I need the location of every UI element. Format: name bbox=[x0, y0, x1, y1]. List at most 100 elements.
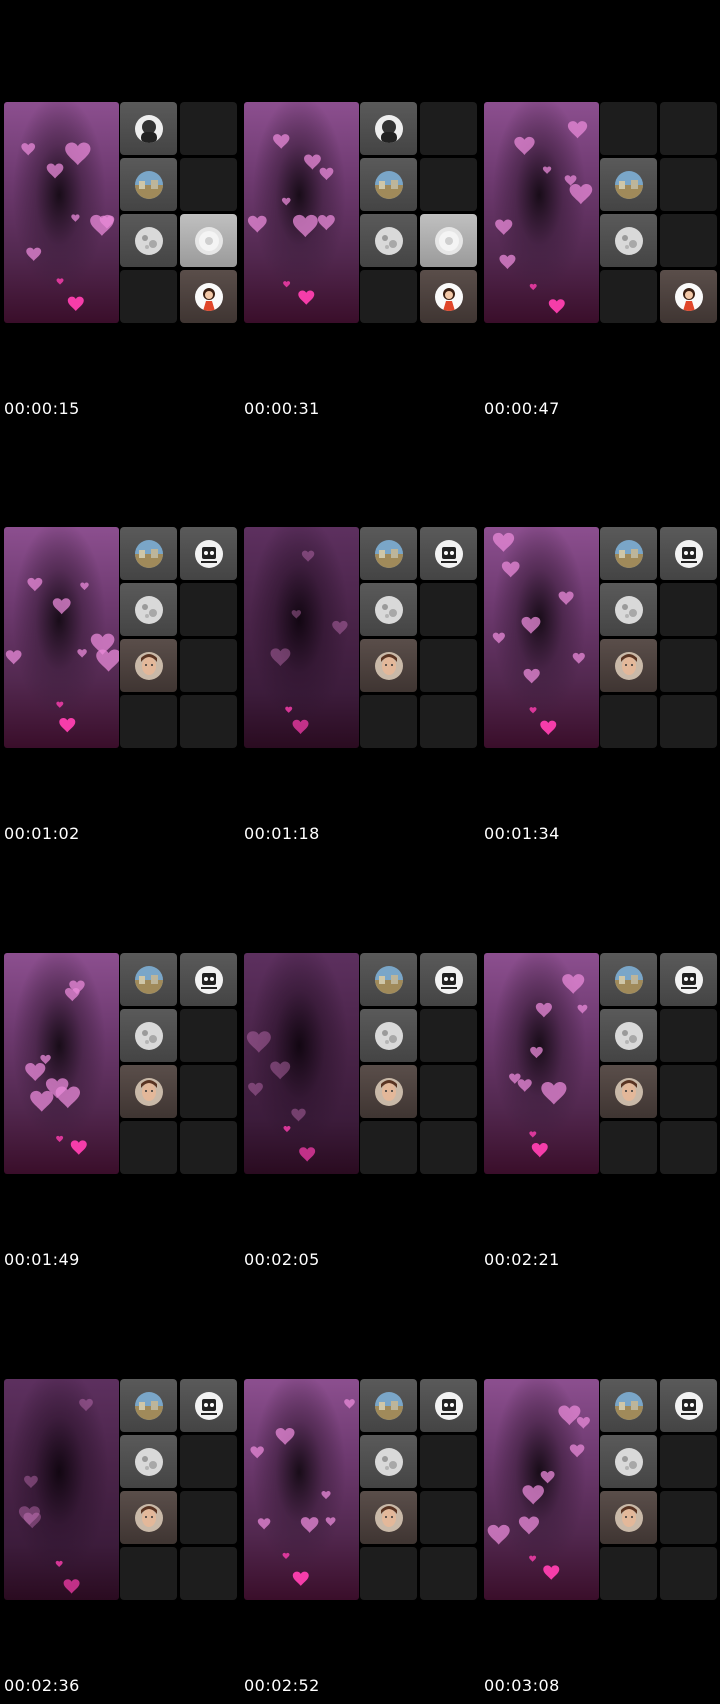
landscape-avatar bbox=[614, 539, 643, 568]
landscape-avatar bbox=[134, 965, 163, 994]
participant-tile[interactable] bbox=[120, 583, 177, 636]
video-frame: 00:03:08 bbox=[480, 1277, 717, 1697]
participant-tile[interactable] bbox=[600, 1435, 657, 1488]
floating-hearts bbox=[487, 1405, 590, 1580]
participant-tile[interactable] bbox=[420, 270, 477, 323]
participant-tile[interactable] bbox=[660, 527, 717, 580]
moon-avatar bbox=[374, 226, 403, 255]
participant-tile[interactable] bbox=[360, 1065, 417, 1118]
participant-tile[interactable] bbox=[180, 953, 237, 1006]
participant-tile[interactable] bbox=[660, 270, 717, 323]
participant-tile[interactable] bbox=[600, 527, 657, 580]
default-user-avatar bbox=[194, 226, 223, 255]
default-user-avatar bbox=[434, 226, 463, 255]
participant-tile[interactable] bbox=[120, 1491, 177, 1544]
participant-tile[interactable] bbox=[360, 158, 417, 211]
participant-tile[interactable] bbox=[600, 1009, 657, 1062]
empty-seat-tile bbox=[420, 583, 477, 636]
participant-tile[interactable] bbox=[600, 1379, 657, 1432]
participant-tile[interactable] bbox=[360, 1379, 417, 1432]
empty-seat-tile bbox=[420, 1435, 477, 1488]
participant-grid bbox=[360, 527, 477, 748]
participant-tile[interactable] bbox=[180, 1379, 237, 1432]
participant-grid bbox=[600, 953, 717, 1174]
portrait-avatar bbox=[374, 1077, 403, 1106]
main-video-stream bbox=[4, 953, 119, 1174]
floating-hearts bbox=[492, 532, 585, 735]
floating-hearts bbox=[21, 142, 115, 311]
moon-avatar bbox=[134, 226, 163, 255]
empty-seat-tile bbox=[120, 695, 177, 748]
participant-tile[interactable] bbox=[180, 270, 237, 323]
participant-tile[interactable] bbox=[600, 639, 657, 692]
participant-tile[interactable] bbox=[180, 214, 237, 267]
empty-seat-tile bbox=[660, 1121, 717, 1174]
main-video-stream bbox=[244, 527, 359, 748]
robot-avatar bbox=[434, 965, 463, 994]
participant-tile[interactable] bbox=[360, 953, 417, 1006]
participant-tile[interactable] bbox=[420, 527, 477, 580]
participant-tile[interactable] bbox=[420, 1379, 477, 1432]
participant-tile[interactable] bbox=[120, 1065, 177, 1118]
participant-grid bbox=[360, 1379, 477, 1600]
empty-seat-tile bbox=[180, 1491, 237, 1544]
participant-tile[interactable] bbox=[360, 214, 417, 267]
video-frame: 00:01:02 bbox=[0, 425, 237, 845]
participant-tile[interactable] bbox=[360, 583, 417, 636]
participant-tile[interactable] bbox=[120, 1435, 177, 1488]
frame-timestamp: 00:02:21 bbox=[484, 1250, 560, 1269]
landscape-avatar bbox=[614, 965, 643, 994]
participant-tile[interactable] bbox=[420, 953, 477, 1006]
robot-avatar bbox=[194, 539, 223, 568]
participant-tile[interactable] bbox=[360, 102, 417, 155]
participant-tile[interactable] bbox=[360, 639, 417, 692]
empty-seat-tile bbox=[180, 1547, 237, 1600]
participant-tile[interactable] bbox=[600, 214, 657, 267]
participant-tile[interactable] bbox=[180, 527, 237, 580]
participant-grid bbox=[360, 953, 477, 1174]
portrait-avatar bbox=[374, 1503, 403, 1532]
participant-tile[interactable] bbox=[120, 158, 177, 211]
main-video-stream bbox=[244, 953, 359, 1174]
participant-tile[interactable] bbox=[360, 1491, 417, 1544]
participant-grid bbox=[600, 1379, 717, 1600]
participant-tile[interactable] bbox=[360, 527, 417, 580]
moon-avatar bbox=[134, 1021, 163, 1050]
participant-tile[interactable] bbox=[600, 1491, 657, 1544]
participant-tile[interactable] bbox=[120, 639, 177, 692]
participant-tile[interactable] bbox=[600, 158, 657, 211]
video-frame: 00:00:15 bbox=[0, 0, 237, 420]
participant-tile[interactable] bbox=[660, 953, 717, 1006]
participant-tile[interactable] bbox=[120, 1009, 177, 1062]
empty-seat-tile bbox=[420, 1065, 477, 1118]
empty-seat-tile bbox=[600, 102, 657, 155]
participant-tile[interactable] bbox=[600, 583, 657, 636]
moon-avatar bbox=[374, 595, 403, 624]
participant-tile[interactable] bbox=[360, 1435, 417, 1488]
participant-tile[interactable] bbox=[360, 1009, 417, 1062]
empty-seat-tile bbox=[660, 695, 717, 748]
portrait-avatar bbox=[614, 651, 643, 680]
moon-avatar bbox=[614, 1021, 643, 1050]
participant-tile[interactable] bbox=[600, 953, 657, 1006]
participant-tile[interactable] bbox=[120, 102, 177, 155]
moon-avatar bbox=[614, 595, 643, 624]
empty-seat-tile bbox=[120, 270, 177, 323]
participant-tile[interactable] bbox=[660, 1379, 717, 1432]
participant-tile[interactable] bbox=[420, 214, 477, 267]
frame-timestamp: 00:01:02 bbox=[4, 824, 80, 843]
participant-tile[interactable] bbox=[120, 953, 177, 1006]
empty-seat-tile bbox=[660, 214, 717, 267]
frame-timestamp: 00:01:18 bbox=[244, 824, 320, 843]
empty-seat-tile bbox=[600, 1121, 657, 1174]
empty-seat-tile bbox=[420, 1009, 477, 1062]
participant-tile[interactable] bbox=[600, 1065, 657, 1118]
portrait-avatar bbox=[134, 651, 163, 680]
moon-avatar bbox=[614, 226, 643, 255]
participant-tile[interactable] bbox=[120, 527, 177, 580]
empty-seat-tile bbox=[360, 695, 417, 748]
empty-seat-tile bbox=[420, 1491, 477, 1544]
empty-seat-tile bbox=[660, 639, 717, 692]
participant-tile[interactable] bbox=[120, 214, 177, 267]
participant-tile[interactable] bbox=[120, 1379, 177, 1432]
